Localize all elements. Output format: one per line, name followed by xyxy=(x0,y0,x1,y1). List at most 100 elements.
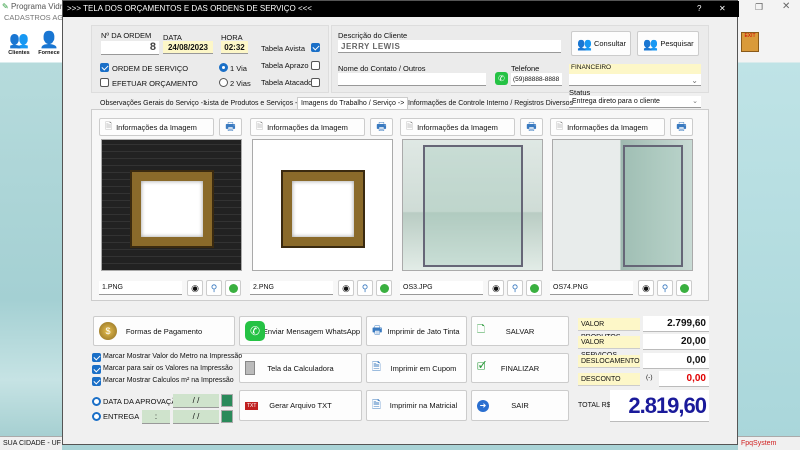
order-number-field[interactable]: 8 xyxy=(101,41,159,55)
two-vias-radio[interactable] xyxy=(219,78,228,87)
work-image[interactable] xyxy=(552,139,693,271)
imprimir-cupom-button[interactable]: 🗎 Imprimir em Cupom xyxy=(366,353,467,383)
formas-pagamento-button[interactable]: $ Formas de Pagamento xyxy=(93,316,235,346)
formas-pagamento-label: Formas de Pagamento xyxy=(125,326,203,336)
exit-door-icon[interactable]: EXIT xyxy=(741,32,759,52)
supplier-icon: 👤 xyxy=(39,32,59,49)
calculadora-button[interactable]: Tela da Calculadora xyxy=(239,353,362,383)
menu-cadastros[interactable]: CADASTROS xyxy=(4,13,51,22)
picture-frame xyxy=(130,170,214,248)
work-image[interactable] xyxy=(402,139,543,271)
entrega-radio[interactable] xyxy=(92,412,101,421)
phone-field[interactable]: (59)88888-8888 xyxy=(511,73,562,86)
imprimir-matricial-button[interactable]: 🗎 Imprimir na Matricial xyxy=(366,390,467,421)
add-image-button[interactable] xyxy=(676,280,692,296)
sair-button[interactable]: ➜ SAIR xyxy=(471,390,569,421)
valor-produtos-value: 2.799,60 xyxy=(643,316,709,332)
toolbar-clientes[interactable]: 👥 Clientes xyxy=(6,30,32,56)
chevron-down-icon: ⌄ xyxy=(691,76,698,85)
magnifier-icon[interactable]: ⚲ xyxy=(357,280,373,296)
magnifier-icon[interactable]: ⚲ xyxy=(206,280,222,296)
option-checkbox-calculos[interactable] xyxy=(92,377,101,386)
image-filename-field[interactable]: 2.PNG xyxy=(250,281,333,295)
ordem-servico-checkbox[interactable] xyxy=(100,63,109,72)
calendar-icon[interactable] xyxy=(221,394,233,407)
gerar-txt-button[interactable]: TXT Gerar Arquivo TXT xyxy=(239,390,362,421)
status-select[interactable]: Entrega direto para o cliente ⌄ xyxy=(569,96,701,108)
option-label-metro: Marcar Mostrar Valor do Metro na Impress… xyxy=(103,353,243,360)
total-label: TOTAL R$ xyxy=(578,402,611,409)
image-info-button[interactable]: 🗎 Informações da Imagem xyxy=(400,118,515,136)
restore-icon[interactable]: ❐ xyxy=(755,2,763,13)
desconto-label: DESCONTO xyxy=(578,373,640,386)
add-image-button[interactable] xyxy=(526,280,542,296)
image-print-button[interactable]: 🖶 xyxy=(670,118,693,136)
calculadora-label: Tela da Calculadora xyxy=(267,363,334,373)
close-icon[interactable]: ✕ xyxy=(782,1,790,12)
toolbar-fornecedores[interactable]: 👤 Fornece xyxy=(36,30,62,56)
image-info-button[interactable]: 🗎 Informações da Imagem xyxy=(250,118,365,136)
contact-label: Nome do Contato / Outros xyxy=(338,64,426,73)
salvar-button[interactable]: 🗋 SALVAR xyxy=(471,316,569,346)
finalizar-button[interactable]: 🗹 FINALIZAR xyxy=(471,353,569,383)
one-via-label: 1 Via xyxy=(230,64,247,73)
app-title-text: Programa Vidr xyxy=(10,2,63,11)
calendar-icon[interactable] xyxy=(221,410,233,423)
contact-field[interactable] xyxy=(338,73,486,86)
whatsapp-button[interactable]: ✆ Enviar Mensagem WhatsApp xyxy=(239,316,362,346)
menu-bar: CADASTROS AG xyxy=(4,13,63,22)
image-print-button[interactable]: 🖶 xyxy=(520,118,543,136)
desconto-value[interactable]: 0,00 xyxy=(659,371,709,387)
toolbar-clientes-label: Clientes xyxy=(8,50,30,56)
tabela-atacado-checkbox[interactable] xyxy=(311,78,320,87)
tabela-avista-checkbox[interactable] xyxy=(311,43,320,52)
data-aprovacao-field[interactable]: / / xyxy=(173,394,219,408)
work-image[interactable] xyxy=(101,139,242,271)
work-image[interactable] xyxy=(252,139,393,271)
magnifier-icon[interactable]: ⚲ xyxy=(507,280,523,296)
app-title: ✎ Programa Vidr xyxy=(2,2,62,11)
tabela-aprazo-checkbox[interactable] xyxy=(311,61,320,70)
image-info-button[interactable]: 🗎 Informações da Imagem xyxy=(99,118,214,136)
entrega-time-field[interactable]: : xyxy=(142,410,170,424)
financeiro-select[interactable]: ⌄ xyxy=(569,74,701,86)
client-desc-field[interactable]: JERRY LEWIS xyxy=(338,40,561,53)
magnifier-icon[interactable]: ⚲ xyxy=(657,280,673,296)
orcamento-checkbox[interactable] xyxy=(100,78,109,87)
printer-icon: 🖶 xyxy=(676,120,687,133)
image-print-button[interactable]: 🖶 xyxy=(219,118,242,136)
consultar-button[interactable]: 👥 Consultar xyxy=(571,31,631,56)
option-checkbox-valores[interactable] xyxy=(92,365,101,374)
date-field[interactable]: 24/08/2023 xyxy=(163,41,213,54)
help-button[interactable]: ? xyxy=(697,1,701,17)
webcam-icon[interactable]: ◉ xyxy=(638,280,654,296)
total-value: 2.819,60 xyxy=(610,390,709,422)
people-icon: 👥 xyxy=(577,36,592,51)
imprimir-jato-button[interactable]: 🖶 Imprimir de Jato Tinta xyxy=(366,316,467,346)
data-aprovacao-radio[interactable] xyxy=(92,397,101,406)
image-filename-field[interactable]: 1.PNG xyxy=(99,281,182,295)
entrega-date-field[interactable]: / / xyxy=(173,410,219,424)
calculator-icon xyxy=(245,361,255,375)
webcam-icon[interactable]: ◉ xyxy=(488,280,504,296)
image-filename-field[interactable]: OS3.JPG xyxy=(400,281,483,295)
orcamento-label: EFETUAR ORÇAMENTO xyxy=(112,79,198,88)
add-image-button[interactable] xyxy=(225,280,241,296)
webcam-icon[interactable]: ◉ xyxy=(187,280,203,296)
pesquisar-button[interactable]: 👥 Pesquisar xyxy=(637,31,699,56)
time-field[interactable]: 02:32 xyxy=(221,41,248,54)
deslocamento-value[interactable]: 0,00 xyxy=(643,353,709,369)
document-icon: 🗎 xyxy=(556,121,564,131)
option-checkbox-metro[interactable] xyxy=(92,353,101,362)
one-via-radio[interactable] xyxy=(219,63,228,72)
coins-icon: $ xyxy=(99,322,117,340)
whatsapp-icon[interactable]: ✆ xyxy=(495,72,508,85)
consultar-label: Consultar xyxy=(593,39,627,48)
image-filename-field[interactable]: OS74.PNG xyxy=(550,281,633,295)
webcam-icon[interactable]: ◉ xyxy=(338,280,354,296)
plus-green-icon xyxy=(228,283,238,293)
image-info-button[interactable]: 🗎 Informações da Imagem xyxy=(550,118,665,136)
add-image-button[interactable] xyxy=(376,280,392,296)
image-print-button[interactable]: 🖶 xyxy=(370,118,393,136)
dialog-close-icon[interactable]: ✕ xyxy=(719,1,726,17)
